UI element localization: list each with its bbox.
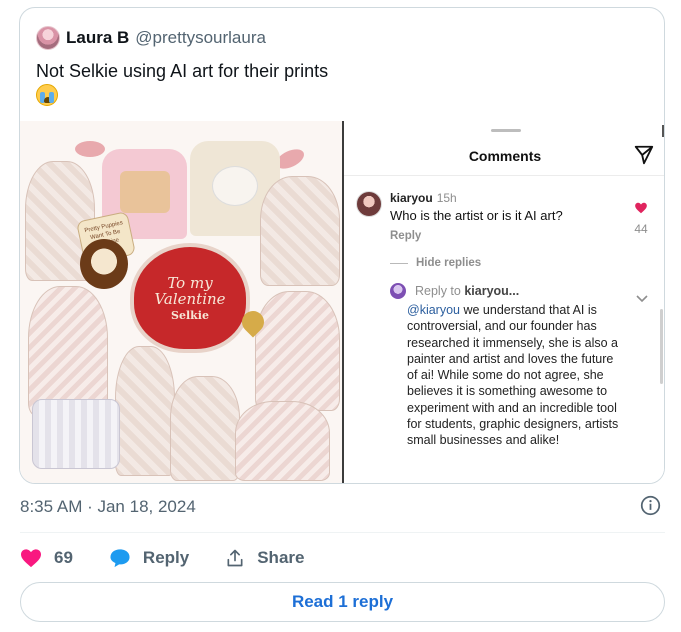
- tweet-timestamp[interactable]: 8:35 AM · Jan 18, 2024: [20, 497, 196, 517]
- reply-body: we understand that AI is controversial, …: [407, 303, 619, 448]
- share-button[interactable]: Share: [225, 548, 304, 568]
- commenter-username: kiaryou: [390, 191, 433, 205]
- dress-image: [260, 176, 340, 286]
- reply-bubble-icon: [110, 549, 130, 568]
- collage-image[interactable]: Pretty Puppies Want To Be Valentine To m…: [20, 121, 343, 483]
- read-replies-button[interactable]: Read 1 reply: [20, 582, 665, 622]
- reply-text: @kiaryou we understand that AI is contro…: [407, 302, 625, 449]
- info-icon[interactable]: [640, 495, 661, 516]
- reply-header: Reply to kiaryou...: [415, 284, 519, 298]
- crying-face-icon: [36, 84, 58, 106]
- heart-card-text: To my Valentine: [154, 273, 226, 308]
- send-icon: [634, 145, 654, 165]
- commenter-avatar: [356, 191, 382, 217]
- dress-image: [255, 291, 340, 411]
- reply-button[interactable]: Reply: [109, 548, 189, 568]
- hide-replies-line: [390, 263, 408, 264]
- commenter-name: kiaryou 15h: [390, 191, 457, 205]
- reply-to-user: kiaryou...: [464, 284, 520, 298]
- share-icon: [227, 549, 243, 567]
- valentine-heart-card: To my Valentine Selkie: [130, 243, 250, 353]
- like-button[interactable]: 69: [20, 548, 73, 568]
- like-count: 69: [54, 548, 73, 567]
- brand-label: Selkie: [171, 308, 209, 322]
- tweet-card[interactable]: Laura B @prettysourlaura Not Selkie usin…: [19, 7, 665, 484]
- tweet-text: Not Selkie using AI art for their prints: [36, 61, 329, 81]
- comments-screenshot[interactable]: Comments kiaryou 15h Who is the artist or…: [344, 121, 664, 483]
- heart-icon: [21, 549, 41, 568]
- comment-reply-label: Reply: [390, 230, 422, 242]
- author-handle[interactable]: @prettysourlaura: [135, 28, 266, 48]
- comment-time: 15h: [436, 191, 457, 205]
- avatar[interactable]: [36, 26, 60, 50]
- scrollbar: [660, 309, 663, 384]
- tweet-media[interactable]: Pretty Puppies Want To Be Valentine To m…: [20, 121, 664, 483]
- heart-icon: [635, 202, 647, 214]
- sheet-handle: [491, 129, 521, 132]
- comment-text: Who is the artist or is it AI art?: [390, 208, 563, 223]
- share-label: Share: [257, 548, 305, 567]
- comment-like-count: 44: [634, 222, 648, 236]
- dress-image: [235, 401, 330, 481]
- reply-to-label: Reply to: [415, 284, 461, 298]
- comments-divider: [344, 175, 664, 176]
- hide-replies-label: Hide replies: [416, 257, 482, 269]
- chevron-down-icon: [636, 295, 648, 303]
- puppy-image: [80, 239, 128, 289]
- dress-image: [170, 376, 240, 481]
- replier-avatar: [390, 283, 406, 299]
- divider: [20, 532, 665, 533]
- comments-title: Comments: [468, 148, 542, 164]
- reply-mention: @kiaryou: [407, 303, 460, 317]
- reply-label: Reply: [142, 548, 190, 567]
- author-display-name[interactable]: Laura B: [66, 28, 129, 48]
- bag-image: [32, 399, 120, 469]
- edge-mark: [662, 125, 664, 137]
- author-row[interactable]: Laura B @prettysourlaura: [36, 25, 266, 51]
- action-bar: 69 Reply Share: [20, 545, 340, 571]
- bow-decoration: [75, 141, 105, 157]
- dress-image: [28, 286, 108, 416]
- dress-image: [115, 346, 175, 476]
